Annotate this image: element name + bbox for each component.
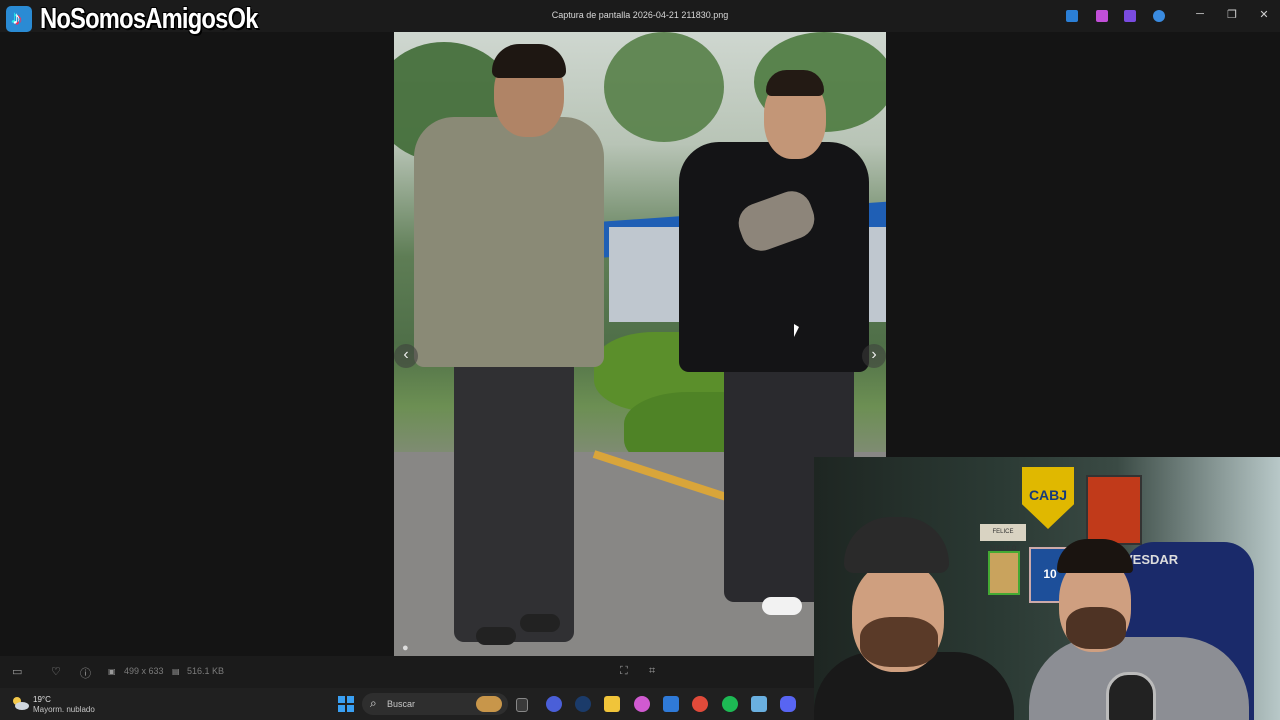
mate-cup xyxy=(1106,672,1156,720)
weather-condition: Mayorm. nublado xyxy=(33,705,95,714)
palm-tree xyxy=(604,32,724,142)
person-left-hair xyxy=(492,44,566,78)
copilot-icon[interactable] xyxy=(634,696,650,712)
crop-icon[interactable]: ⌗ xyxy=(649,665,655,678)
webcam-overlay: CABJ FELICE SEGUILO 10 VESDAR xyxy=(814,457,1280,720)
image-dimensions: 499 x 633 xyxy=(124,666,164,676)
person-left-pants xyxy=(454,352,574,642)
weather-icon[interactable] xyxy=(10,695,30,711)
info-icon[interactable]: ⓘ xyxy=(80,665,91,681)
prev-image-button[interactable]: ‹ xyxy=(394,344,418,368)
taskbar-search[interactable]: ⌕ Buscar xyxy=(362,693,508,715)
store-icon[interactable] xyxy=(663,696,679,712)
person-right-hair xyxy=(766,70,824,96)
mouse-cursor xyxy=(794,324,799,337)
wall-plate: FELICE SEGUILO xyxy=(980,524,1026,552)
zoom-icon[interactable] xyxy=(546,696,562,712)
shoe xyxy=(476,627,516,645)
restore-button[interactable]: ❐ xyxy=(1222,8,1242,21)
streamer-left-beard xyxy=(860,617,938,667)
title-bar: ♪ NoSomosAmigosOk Captura de pantalla 20… xyxy=(0,0,1280,35)
streamer-right-beard xyxy=(1066,607,1126,649)
tray-pen-icon[interactable] xyxy=(1096,10,1108,22)
explorer-icon[interactable] xyxy=(604,696,620,712)
filmstrip-icon[interactable]: ▭ xyxy=(12,665,22,678)
person-left-shirt xyxy=(414,117,604,367)
search-highlight-icon xyxy=(476,696,502,712)
search-icon: ⌕ xyxy=(370,696,377,710)
wall-picture xyxy=(988,551,1020,595)
discord-icon[interactable] xyxy=(780,696,796,712)
tray-video-icon[interactable] xyxy=(1124,10,1136,22)
shoe xyxy=(520,614,560,632)
shoe xyxy=(762,597,802,615)
displayed-photo[interactable]: ‹ › ● xyxy=(394,32,886,656)
search-placeholder: Buscar xyxy=(387,699,416,709)
window-title: Captura de pantalla 2026-04-21 211830.pn… xyxy=(551,10,729,20)
heart-icon[interactable]: ♡ xyxy=(51,665,61,678)
task-view-icon[interactable] xyxy=(516,698,528,712)
photos-icon[interactable] xyxy=(751,696,767,712)
image-filesize: 516.1 KB xyxy=(187,666,225,676)
windows-start-icon[interactable] xyxy=(338,696,354,712)
tray-edit-icon[interactable] xyxy=(1066,10,1078,22)
tray-cloud-icon[interactable] xyxy=(1153,10,1165,22)
steam-icon[interactable] xyxy=(575,696,591,712)
fit-icon[interactable]: ⛶ xyxy=(620,665,628,678)
close-button[interactable]: ✕ xyxy=(1254,8,1274,21)
wall-poster xyxy=(1086,475,1142,545)
cabj-badge: CABJ xyxy=(1022,467,1074,529)
streamer-left-cap xyxy=(844,517,949,573)
dimensions-icon: ▣ xyxy=(108,667,116,676)
person-right-sweater xyxy=(679,142,869,372)
minimize-button[interactable]: ─ xyxy=(1190,8,1210,20)
next-image-button[interactable]: › xyxy=(862,344,886,368)
chrome-icon[interactable] xyxy=(692,696,708,712)
weather-temp: 19°C xyxy=(33,695,51,704)
user-icon[interactable]: ● xyxy=(402,642,409,654)
filesize-icon: ▤ xyxy=(172,667,180,676)
spotify-icon[interactable] xyxy=(722,696,738,712)
